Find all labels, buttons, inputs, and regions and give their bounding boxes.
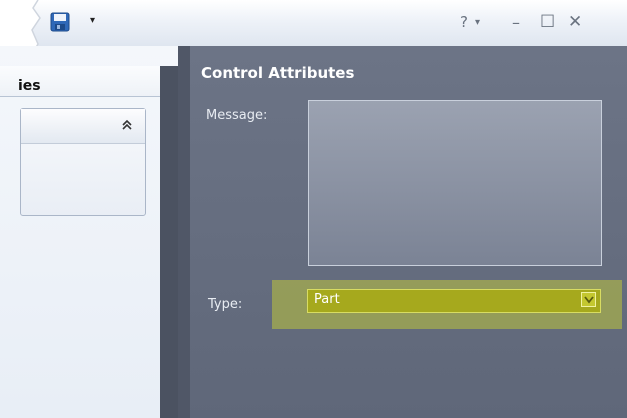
type-select-value: Part bbox=[314, 292, 340, 307]
double-chevron-up-icon[interactable] bbox=[121, 119, 133, 134]
chevron-down-icon[interactable] bbox=[581, 292, 596, 307]
message-textarea[interactable] bbox=[308, 100, 602, 266]
right-panel-border bbox=[178, 46, 190, 418]
panel-title: Control Attributes bbox=[201, 64, 355, 82]
help-dropdown-icon[interactable]: ▾ bbox=[475, 18, 480, 28]
quick-access-dropdown-icon[interactable]: ▾ bbox=[90, 16, 95, 26]
maximize-icon[interactable]: ☐ bbox=[540, 14, 555, 31]
minimize-icon[interactable]: – bbox=[512, 15, 520, 31]
message-label: Message: bbox=[206, 108, 268, 123]
save-icon[interactable] bbox=[50, 12, 70, 32]
left-panel-header-text: ies bbox=[18, 78, 41, 94]
close-icon[interactable]: ✕ bbox=[568, 14, 582, 31]
type-select[interactable] bbox=[307, 289, 601, 313]
panel-splitter[interactable] bbox=[160, 66, 178, 418]
left-panel bbox=[0, 46, 178, 418]
help-icon[interactable]: ? bbox=[460, 15, 468, 30]
type-label: Type: bbox=[208, 297, 243, 312]
